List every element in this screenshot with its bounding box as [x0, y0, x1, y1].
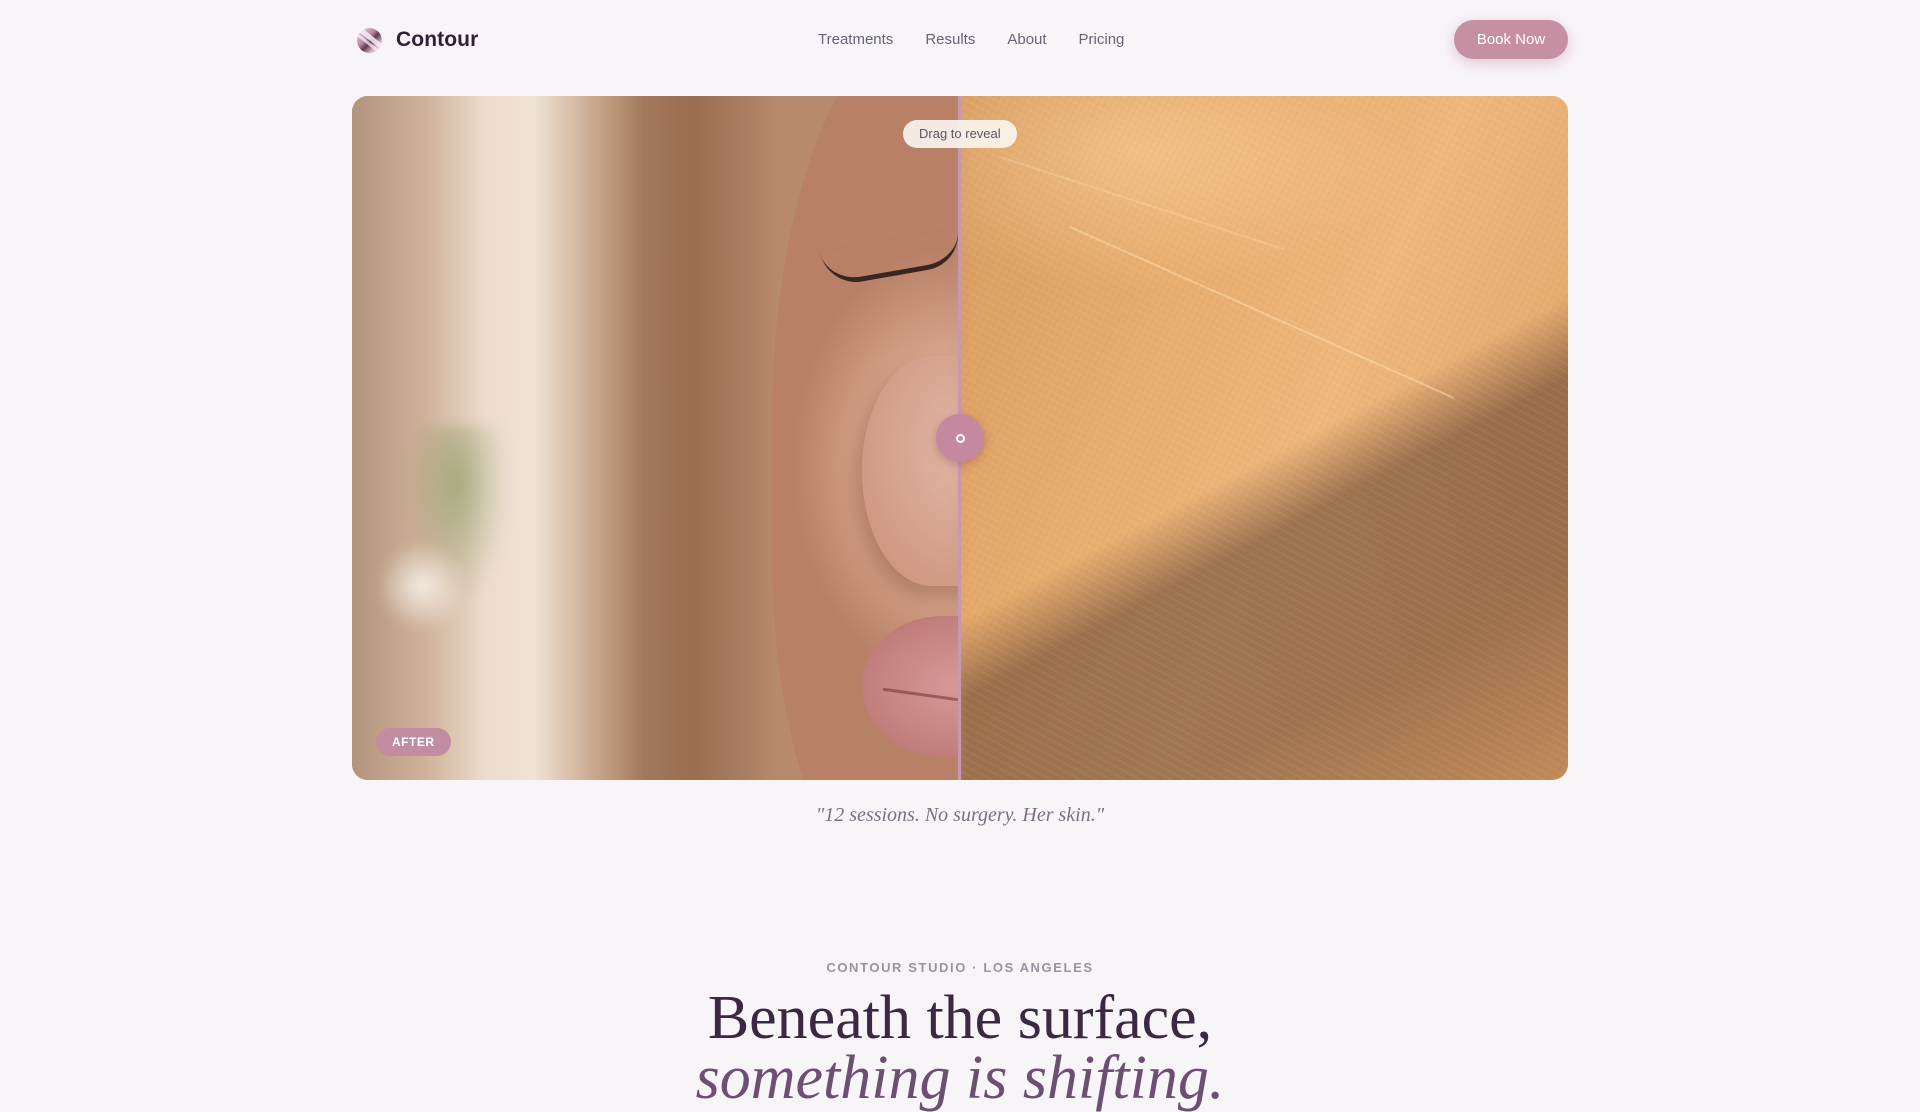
before-image — [960, 96, 1568, 780]
nav-link-pricing[interactable]: Pricing — [1079, 28, 1125, 52]
drag-to-reveal-hint: Drag to reveal — [903, 120, 1017, 148]
testimonial-quote: "12 sessions. No surgery. Her skin." — [815, 804, 1105, 826]
nav-link-treatments[interactable]: Treatments — [818, 28, 893, 52]
headline-line-1: Beneath the surface, — [707, 984, 1213, 1052]
headline-line-2: something is shifting. — [695, 1044, 1225, 1112]
contour-logo-icon — [357, 27, 382, 53]
nav-links: Treatments Results About Pricing — [818, 28, 1156, 52]
brand-logo-link[interactable]: Contour — [357, 24, 478, 56]
after-badge: AFTER — [376, 728, 451, 756]
section-eyebrow: CONTOUR STUDIO · LOS ANGELES — [826, 960, 1094, 975]
brand-name: Contour — [396, 28, 479, 51]
top-nav: Contour Treatments Results About Pricing… — [0, 0, 1920, 80]
slider-handle[interactable] — [936, 414, 984, 462]
nav-link-results[interactable]: Results — [925, 28, 975, 52]
before-after-slider[interactable]: Drag to reveal AFTER — [352, 96, 1568, 780]
after-image — [352, 96, 960, 780]
nav-link-about[interactable]: About — [1007, 28, 1046, 52]
book-now-button[interactable]: Book Now — [1454, 20, 1568, 59]
hero-headline: Beneath the surface, something is shifti… — [0, 987, 1920, 1112]
skin-crease — [999, 156, 1286, 251]
skin-crease — [1069, 226, 1455, 399]
drag-handle-icon — [955, 433, 965, 443]
background-light — [372, 536, 472, 636]
